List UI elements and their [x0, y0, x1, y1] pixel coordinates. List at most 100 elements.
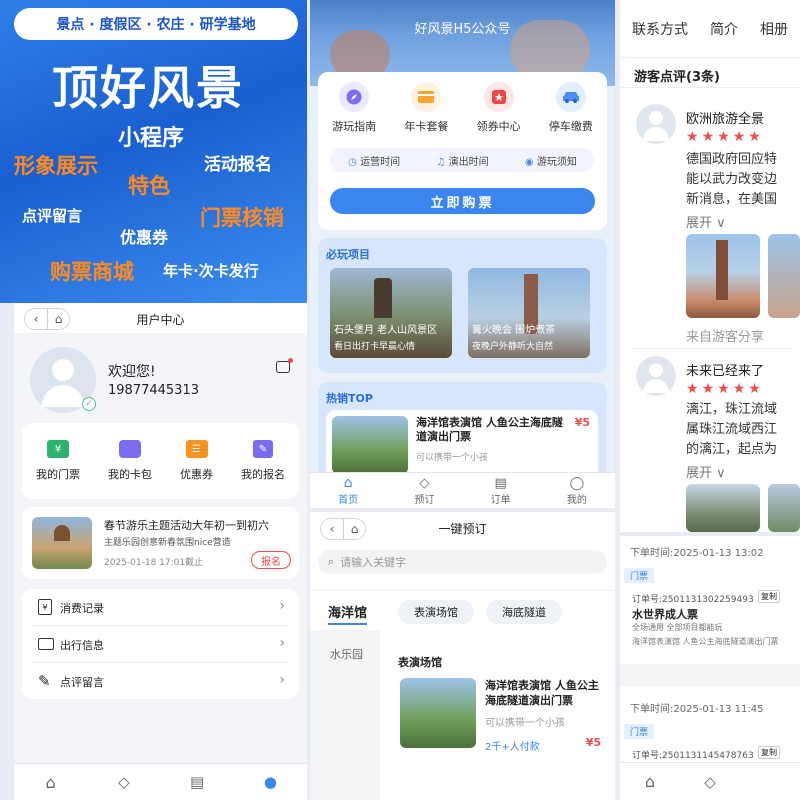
quick-item-parking[interactable]: 停车缴费	[541, 82, 601, 134]
hot-item-title: 海洋馆表演馆 人鱼公主海底隧道演出门票	[416, 416, 563, 443]
form-icon: ✎	[253, 440, 273, 458]
product-price: ¥5	[585, 736, 601, 749]
wallet-icon	[119, 440, 141, 458]
section-title: 必玩项目	[326, 248, 370, 261]
document-icon: ▤	[190, 773, 205, 791]
orders-tab-bar: ⌂ ◇	[620, 762, 800, 800]
expand-button[interactable]: 展开 ∨	[686, 212, 726, 231]
user-center-screen: ‹ ⌂ 用户中心 ✓ 欢迎您! 19877445313 ¥ 我的门票 我的卡包 ☰…	[14, 303, 307, 800]
signup-button[interactable]: 报名	[251, 551, 291, 569]
reviews-title: 游客点评(3条)	[620, 58, 800, 88]
search-icon: ⌕	[328, 555, 335, 568]
hot-item-price: ¥5	[574, 416, 590, 429]
quick-item-guide[interactable]: 游玩指南	[324, 82, 384, 134]
quick-label: 年卡套餐	[404, 120, 449, 133]
message-icon[interactable]	[276, 358, 293, 373]
event-card[interactable]: 春节游乐主题活动大年初一到初六 主题乐园创意新春氛围nice营造 2025-01…	[22, 507, 299, 579]
copy-button[interactable]: 复制	[758, 746, 780, 759]
review-photo[interactable]	[768, 484, 800, 532]
order-desc: 海洋馆表演馆 人鱼公主海底隧道演出门票	[632, 637, 779, 646]
event-deadline: 2025-01-18 17:01截止	[104, 558, 204, 568]
orders-screen: 下单时间:2025-01-13 13:02 门票 订单号:25011313022…	[620, 536, 800, 800]
grid-item-wallet[interactable]: 我的卡包	[108, 440, 152, 482]
must-play-card[interactable]: 篝火晚会 围炉煮茶 夜晚户外静听大自然	[468, 268, 590, 358]
tab-booking[interactable]: ◇	[87, 764, 160, 800]
quick-label: 领券中心	[476, 120, 521, 133]
home-icon: ⌂	[45, 772, 56, 792]
tab-orders[interactable]	[740, 763, 800, 800]
search-input[interactable]: ⌕ 请输入关键字	[318, 550, 607, 574]
avatar[interactable]: ✓	[30, 347, 96, 413]
tab-orders[interactable]: ▤	[161, 764, 234, 800]
home-screen: 好风景H5公众号 游玩指南 年卡套餐 领券中心 停车缴费 ◷ 运营时间 ♫ 演出	[310, 0, 615, 508]
ticket-icon: ◇	[704, 772, 716, 791]
expand-button[interactable]: 展开 ∨	[686, 462, 726, 481]
coupon-icon: ☰	[185, 440, 208, 458]
menu-label: 消费记录	[60, 602, 104, 615]
grid-item-coupons[interactable]: ☰ 优惠券	[180, 440, 213, 482]
buy-now-button[interactable]: 立即购票	[330, 188, 595, 214]
card-subtitle: 看日出打卡早晨心情	[334, 342, 416, 352]
booking-screen: ‹ ⌂ 一键预订 ⌕ 请输入关键字 海洋馆 水乐园 表演场馆 海底隧道 表演场馆 …	[310, 512, 615, 800]
verified-icon: ✓	[82, 397, 96, 411]
tab-home[interactable]: ⌂	[14, 764, 87, 800]
info-show-time[interactable]: ♫ 演出时间	[436, 153, 488, 168]
page-title: 用户中心	[136, 313, 185, 327]
tab-booking[interactable]: ◇ 预订	[386, 473, 462, 508]
compass-icon	[339, 82, 370, 112]
chip-undersea-tunnel[interactable]: 海底隧道	[486, 600, 562, 624]
review-photo[interactable]	[686, 234, 760, 318]
promo-keyword: 特色	[128, 174, 170, 198]
info-hours[interactable]: ◷ 运营时间	[348, 153, 400, 168]
hot-item[interactable]: 海洋馆表演馆 人鱼公主海底隧道演出门票 可以携带一个小孩 ¥5	[326, 410, 598, 480]
order-time: 下单时间:2025-01-13 13:02	[630, 548, 764, 559]
ticket-icon: ◇	[118, 773, 130, 791]
card-subtitle: 夜晚户外静听大自然	[472, 342, 554, 352]
grid-item-signups[interactable]: ✎ 我的报名	[241, 440, 285, 482]
quick-label: 游玩指南	[332, 120, 377, 133]
chevron-right-icon: ›	[279, 598, 285, 614]
divider	[630, 348, 790, 349]
ticket-icon: ◇	[419, 475, 430, 491]
menu-item-travel-info[interactable]: 出行信息 ›	[22, 626, 299, 662]
category-ocean[interactable]: 海洋馆	[328, 602, 368, 625]
quick-item-annual-card[interactable]: 年卡套餐	[396, 82, 456, 134]
product-image[interactable]	[400, 678, 476, 748]
must-play-card[interactable]: 石头堡月 老人山风景区 看日出打卡早晨心情	[330, 268, 452, 358]
quick-item-coupons[interactable]: 领券中心	[469, 82, 529, 134]
review-source: 来自游客分享	[686, 330, 765, 345]
promo-keyword: 门票核销	[200, 206, 284, 230]
review-photo[interactable]	[768, 234, 800, 318]
category-water-park[interactable]: 水乐园	[330, 646, 363, 662]
menu-item-reviews[interactable]: ✎ 点评留言 ›	[22, 663, 299, 699]
menu-item-consumption[interactable]: ¥ 消费记录 ›	[22, 589, 299, 625]
grid-label: 优惠券	[180, 468, 213, 481]
promo-keyword: 购票商城	[50, 260, 134, 284]
user-grid: ¥ 我的门票 我的卡包 ☰ 优惠券 ✎ 我的报名	[22, 423, 299, 499]
tab-booking[interactable]: ◇	[680, 763, 740, 800]
grid-item-tickets[interactable]: ¥ 我的门票	[36, 440, 80, 482]
promo-pill: 景点 · 度假区 · 农庄 · 研学基地	[14, 8, 298, 40]
tab-album[interactable]: 相册	[760, 19, 788, 39]
order-card[interactable]: 下单时间:2025-01-13 13:02 门票 订单号:25011313022…	[620, 536, 800, 664]
tab-contact[interactable]: 联系方式	[632, 19, 688, 39]
tab-intro[interactable]: 简介	[710, 19, 738, 39]
tab-home[interactable]: ⌂	[620, 763, 680, 800]
tab-home[interactable]: ⌂ 首页	[310, 473, 386, 508]
chip-show-hall[interactable]: 表演场馆	[398, 600, 474, 624]
info-notice[interactable]: ◉ 游玩须知	[525, 153, 577, 168]
review-photo[interactable]	[686, 484, 760, 532]
tab-mine[interactable]: ●	[234, 764, 307, 800]
quick-label: 停车缴费	[548, 120, 593, 133]
promo-keyword: 小程序	[118, 126, 185, 151]
header-title: 好风景H5公众号	[414, 22, 511, 37]
avatar	[636, 104, 676, 144]
product-title[interactable]: 海洋馆表演馆 人鱼公主海底隧道演出门票	[485, 678, 605, 708]
tab-mine[interactable]: ◯ 我的	[539, 473, 615, 508]
tab-orders[interactable]: ▤ 订单	[463, 473, 539, 508]
card-icon	[411, 82, 442, 112]
copy-button[interactable]: 复制	[758, 590, 780, 603]
product-sales: 2千+人付款	[485, 742, 540, 753]
hot-item-sub: 可以携带一个小孩	[416, 453, 489, 463]
section-title: 热销TOP	[326, 392, 373, 405]
